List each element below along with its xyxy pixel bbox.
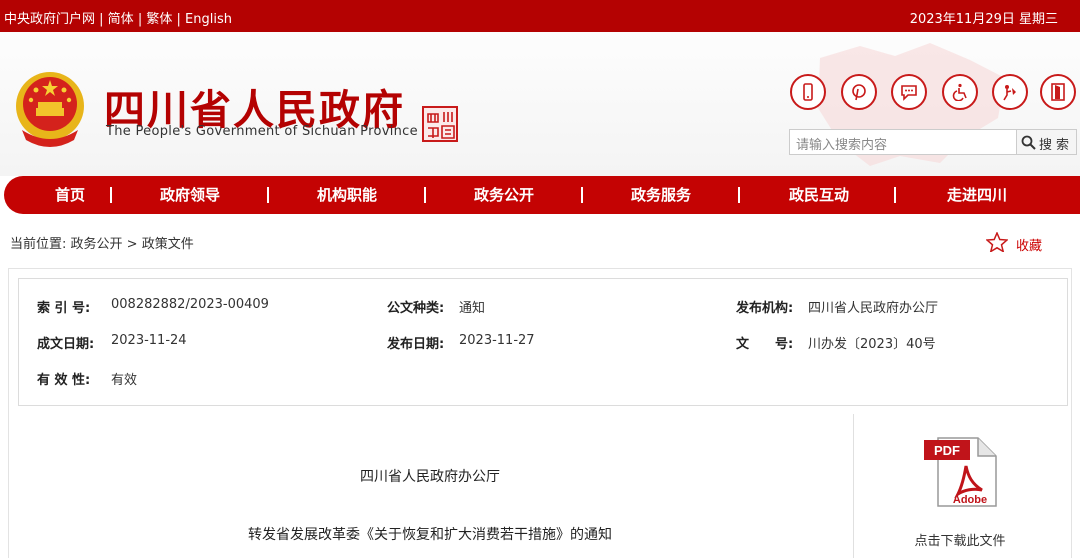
favorite-button[interactable]: 收藏 (986, 232, 1046, 254)
breadcrumb-path[interactable]: 政务公开 > 政策文件 (71, 237, 194, 252)
published-date-value: 2023-11-27 (459, 333, 535, 348)
mobile-icon[interactable] (790, 74, 826, 110)
pdf-label: PDF (934, 443, 960, 458)
site-subtitle: The People's Government of Sichuan Provi… (106, 124, 418, 139)
main-nav: 首页 政府领导 机构职能 政务公开 政务服务 政民互动 走进四川 (4, 176, 1080, 214)
document-title: 转发省发展改革委《关于恢复和扩大消费若干措施》的通知 (248, 527, 612, 543)
created-date-label: 成文日期: (37, 337, 95, 352)
breadcrumb: 当前位置: 政务公开 > 政策文件 (10, 233, 194, 252)
top-bar: 中央政府门户网 | 简体 | 繁体 | English 2023年11月29日 … (0, 0, 1080, 32)
link-simplified[interactable]: 简体 (108, 12, 134, 27)
index-value: 008282882/2023-00409 (111, 297, 269, 312)
document-number-value: 川办发〔2023〕40号 (808, 337, 936, 352)
publisher-value: 四川省人民政府办公厅 (808, 301, 939, 316)
link-separator: | (133, 12, 147, 27)
category-value: 通知 (459, 301, 486, 316)
top-links: 中央政府门户网 | 简体 | 繁体 | English (4, 8, 232, 27)
site-header: 四川省人民政府 The People's Government of Sichu… (0, 32, 1080, 176)
published-date-label: 发布日期: (387, 337, 445, 352)
validity-label: 有 效 性: (37, 373, 91, 388)
nav-divider (110, 187, 112, 203)
link-separator: | (95, 12, 108, 27)
index-label: 索 引 号: (37, 301, 91, 316)
message-icon[interactable] (891, 74, 927, 110)
accessibility-icon[interactable] (942, 74, 978, 110)
star-icon (986, 232, 1008, 252)
nav-divider (424, 187, 426, 203)
publisher-label: 发布机构: (736, 301, 794, 316)
nav-item-interaction[interactable]: 政民互动 (762, 176, 876, 214)
search-button-label: 搜索 (1039, 138, 1074, 153)
nav-item-services[interactable]: 政务服务 (604, 176, 718, 214)
nav-divider (267, 187, 269, 203)
current-date: 2023年11月29日 星期三 (909, 12, 1058, 27)
link-english[interactable]: English (185, 12, 232, 27)
document-issuer: 四川省人民政府办公厅 (360, 469, 500, 485)
nav-item-home[interactable]: 首页 (24, 176, 116, 214)
nav-divider (738, 187, 740, 203)
pinterest-icon[interactable] (841, 74, 877, 110)
nav-item-open-gov[interactable]: 政务公开 (448, 176, 560, 214)
category-label: 公文种类: (387, 301, 445, 316)
favorite-label: 收藏 (1016, 239, 1043, 254)
document-metadata: 索 引 号: 008282882/2023-00409 公文种类: 通知 发布机… (18, 278, 1068, 406)
nav-divider (894, 187, 896, 203)
link-traditional[interactable]: 繁体 (146, 12, 172, 27)
search-button[interactable]: 搜索 (1017, 129, 1077, 155)
adobe-label: Adobe (953, 494, 987, 506)
document-number-label: 文 号: (736, 337, 794, 352)
province-seal-icon (422, 106, 458, 142)
link-separator: | (172, 12, 186, 27)
elderly-care-icon[interactable] (992, 74, 1028, 110)
search-icon (1021, 135, 1036, 150)
download-link[interactable]: 点击下载此文件 (900, 530, 1020, 549)
nav-divider (581, 187, 583, 203)
national-emblem-icon[interactable] (12, 68, 88, 148)
exit-icon[interactable] (1040, 74, 1076, 110)
breadcrumb-prefix: 当前位置: (10, 237, 67, 252)
created-date-value: 2023-11-24 (111, 333, 187, 348)
nav-item-functions[interactable]: 机构职能 (292, 176, 402, 214)
search-input[interactable]: 请输入搜索内容 (789, 129, 1017, 155)
nav-item-leaders[interactable]: 政府领导 (136, 176, 244, 214)
validity-value: 有效 (111, 373, 138, 388)
nav-item-sichuan[interactable]: 走进四川 (918, 176, 1036, 214)
pdf-download-icon[interactable]: PDF Adobe (924, 436, 998, 508)
link-central-gov[interactable]: 中央政府门户网 (4, 12, 95, 27)
accessibility-toolbar (790, 74, 1080, 114)
